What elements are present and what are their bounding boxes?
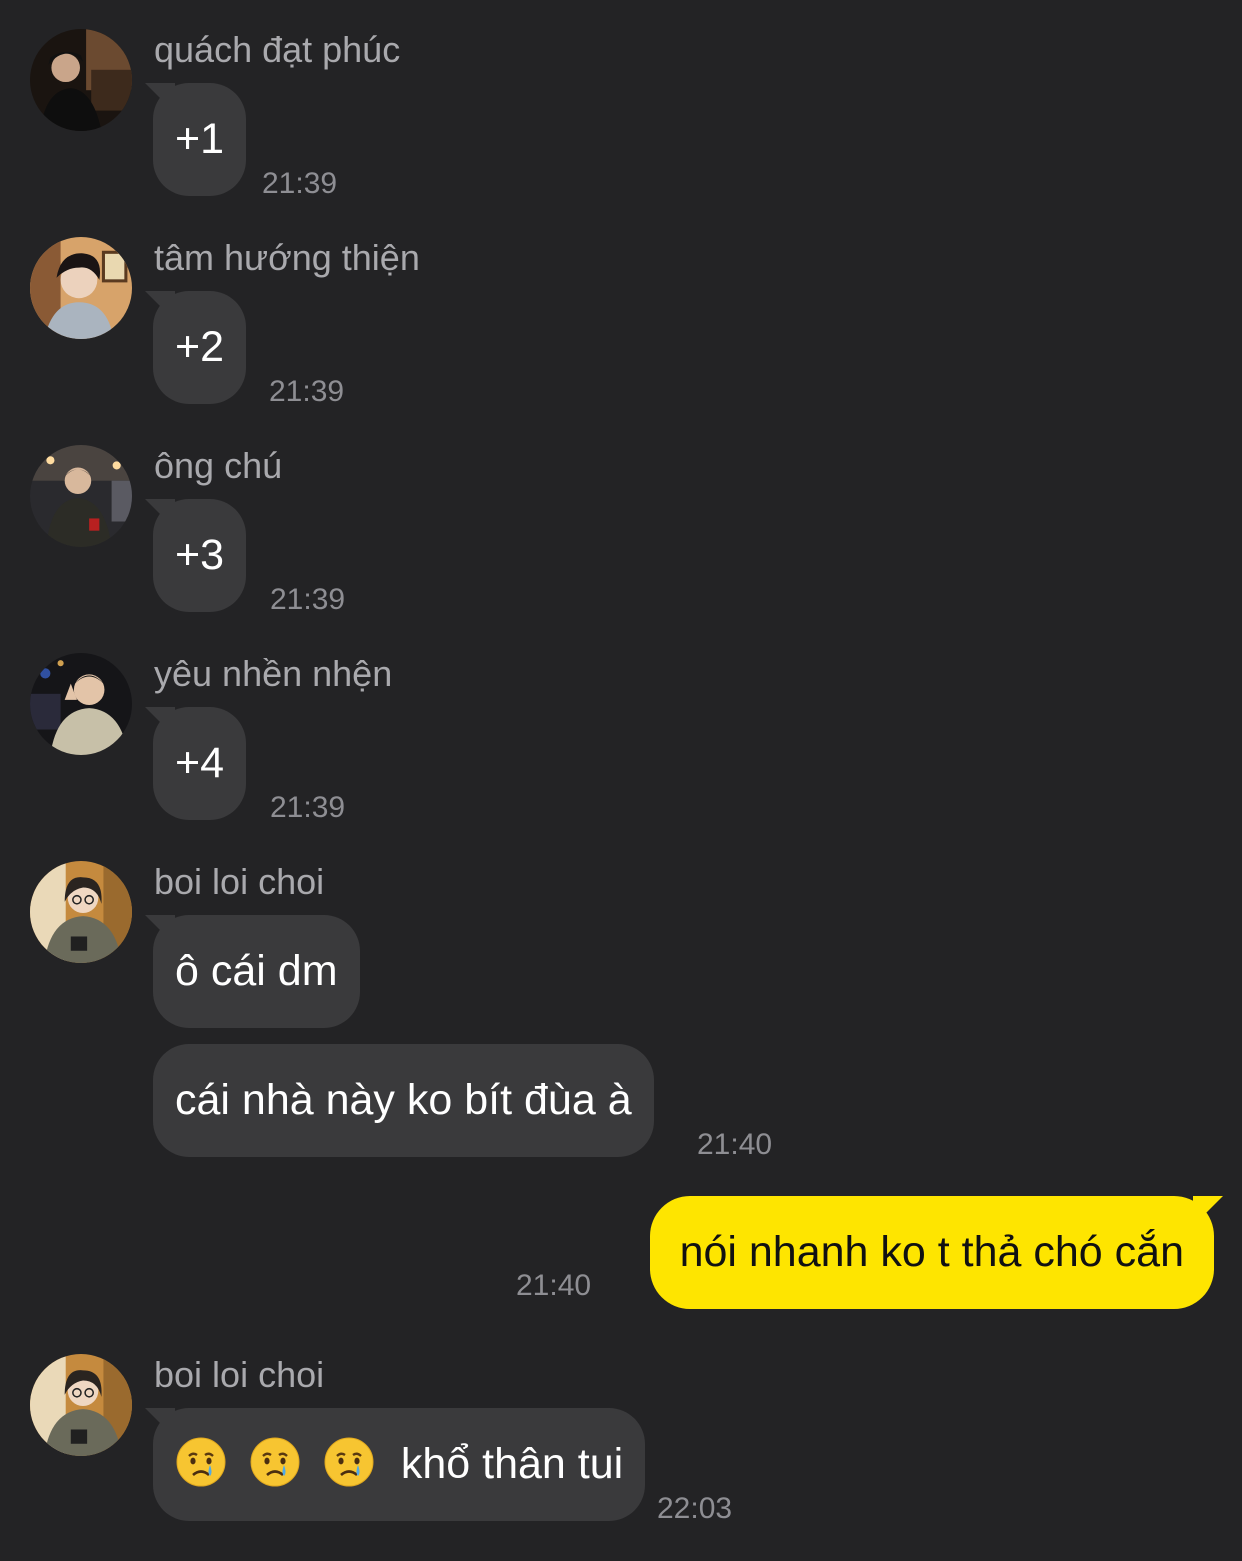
sender-name: tâm hướng thiện bbox=[154, 237, 420, 278]
message-bubble[interactable]: +2 bbox=[153, 291, 247, 404]
crying-face-icon bbox=[175, 1436, 227, 1488]
crying-face-icon bbox=[323, 1436, 375, 1488]
avatar[interactable] bbox=[30, 1354, 132, 1456]
message-timestamp: 21:39 bbox=[270, 583, 346, 616]
avatar[interactable] bbox=[30, 237, 132, 339]
avatar[interactable] bbox=[30, 653, 132, 755]
sender-name: boi loi choi bbox=[154, 1354, 325, 1395]
message-timestamp: 21:40 bbox=[697, 1128, 773, 1161]
sender-name: ông chú bbox=[154, 445, 283, 486]
message-timestamp: 22:03 bbox=[657, 1492, 733, 1525]
message-bubble[interactable]: +1 bbox=[153, 83, 247, 196]
message-timestamp: 21:39 bbox=[262, 167, 338, 200]
message-bubble[interactable]: khổ thân tui bbox=[153, 1408, 646, 1521]
avatar[interactable] bbox=[30, 445, 132, 547]
avatar[interactable] bbox=[30, 29, 132, 131]
avatar[interactable] bbox=[30, 861, 132, 963]
message-bubble[interactable]: +4 bbox=[153, 707, 247, 820]
message-timestamp: 21:39 bbox=[270, 791, 346, 824]
message-bubble[interactable]: +3 bbox=[153, 499, 247, 612]
message-bubble[interactable]: cái nhà này ko bít đùa à bbox=[153, 1044, 654, 1157]
message-text: khổ thân tui bbox=[400, 1440, 624, 1488]
crying-face-icon bbox=[249, 1436, 301, 1488]
message-timestamp: 21:39 bbox=[269, 375, 345, 408]
sender-name: quách đạt phúc bbox=[154, 29, 401, 70]
chat-thread: quách đạt phúc +1 21:39 tâm hướng thiện … bbox=[0, 0, 1242, 1561]
sender-name: boi loi choi bbox=[154, 861, 325, 902]
message-timestamp: 21:40 bbox=[516, 1269, 592, 1302]
sender-name: yêu nhền nhện bbox=[154, 653, 393, 694]
message-bubble[interactable]: ô cái dm bbox=[153, 915, 360, 1028]
own-message-bubble[interactable]: nói nhanh ko t thả chó cắn bbox=[649, 1196, 1214, 1309]
